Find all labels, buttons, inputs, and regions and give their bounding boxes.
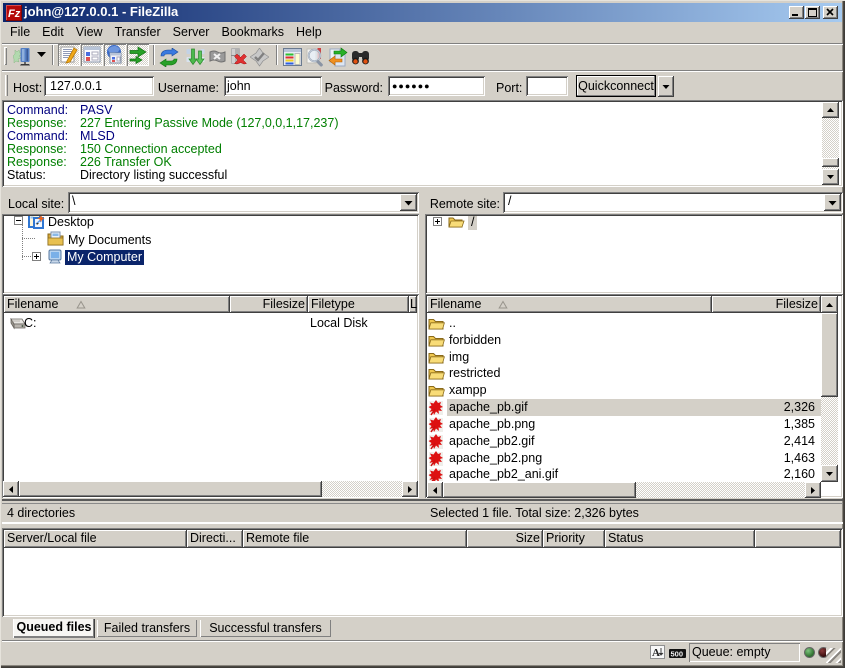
svg-text:Fz: Fz [8, 8, 21, 20]
svg-text:500: 500 [671, 650, 684, 659]
svg-text:A: A [652, 647, 660, 658]
